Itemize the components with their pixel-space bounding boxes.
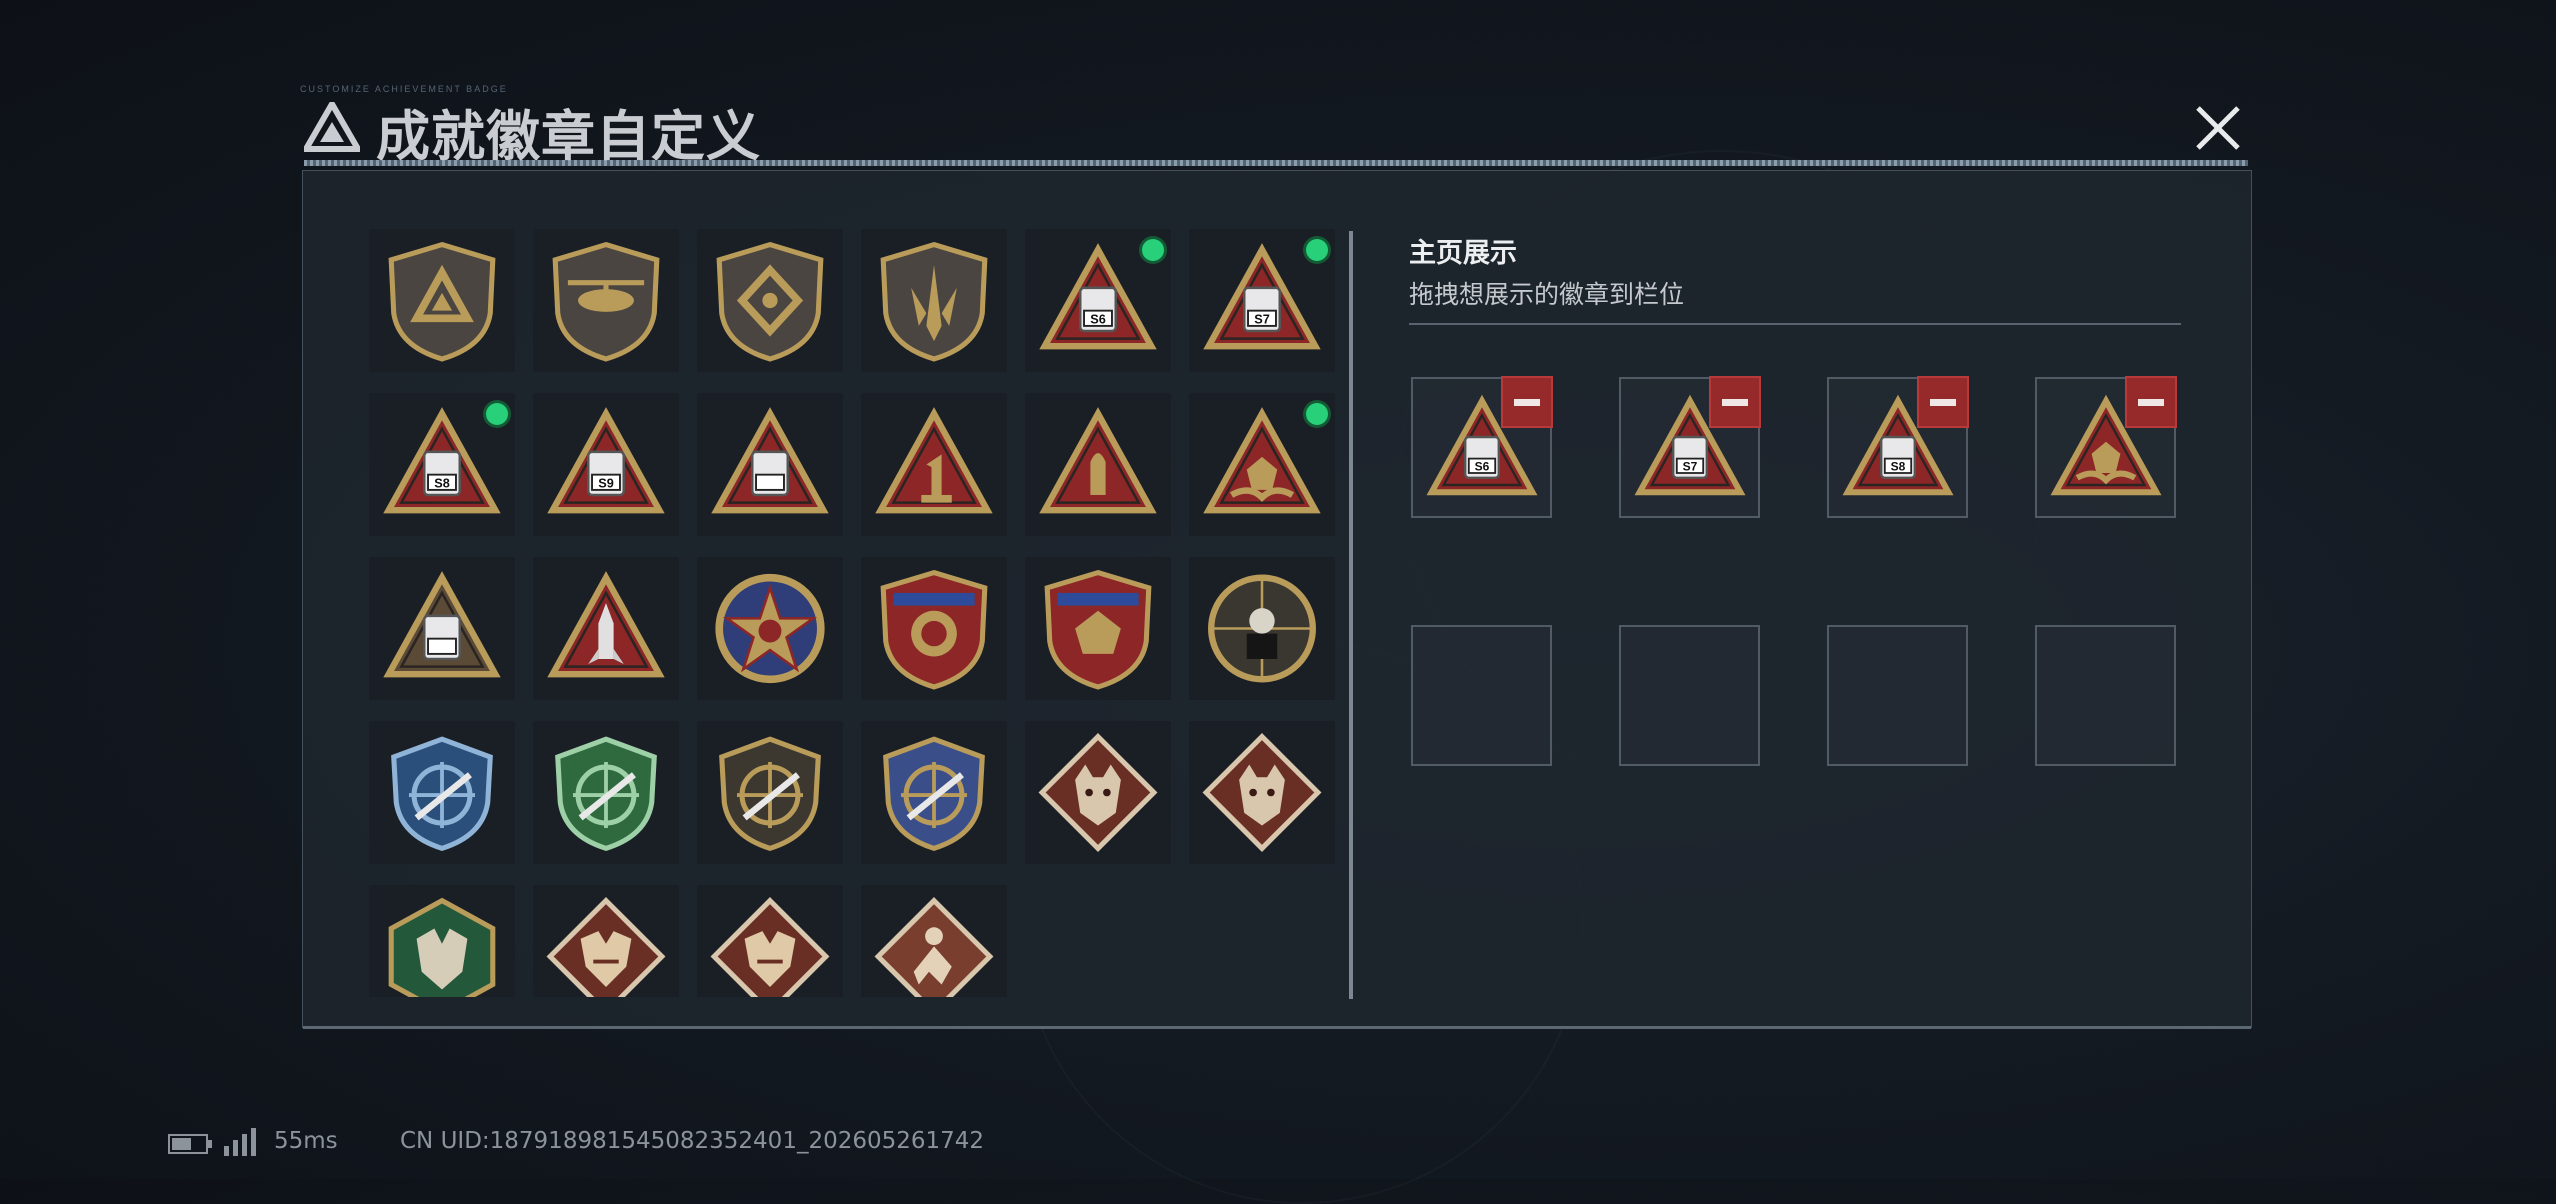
diamond-hunter-icon bbox=[874, 897, 994, 997]
badge-cell[interactable] bbox=[1189, 557, 1335, 700]
battery-level bbox=[172, 1138, 192, 1150]
badge-cell[interactable] bbox=[1189, 721, 1335, 864]
ping-value: 55ms bbox=[274, 1128, 338, 1154]
equipped-indicator bbox=[1142, 239, 1164, 261]
showcase-slot-empty[interactable] bbox=[1827, 625, 1968, 766]
equipped-indicator bbox=[1306, 403, 1328, 425]
showcase-slot-filled[interactable]: S7 bbox=[1619, 376, 1761, 518]
shield-diamond-emblem-icon bbox=[716, 241, 824, 362]
badge-cell[interactable] bbox=[369, 885, 515, 997]
badge-cell[interactable] bbox=[697, 393, 843, 536]
badge-cell[interactable]: S6 bbox=[1025, 229, 1171, 372]
badge-cell[interactable] bbox=[369, 229, 515, 372]
shield-dagger-icon bbox=[880, 241, 988, 362]
diamond-wolf-icon bbox=[1038, 733, 1158, 852]
triangle-ship-icon bbox=[711, 407, 829, 514]
badge-cell[interactable] bbox=[1025, 557, 1171, 700]
triangle-soldiers-icon bbox=[383, 571, 501, 678]
round-soldier-target-icon bbox=[1208, 574, 1316, 683]
signal-icon bbox=[224, 1128, 256, 1156]
badge-cell[interactable] bbox=[533, 229, 679, 372]
triangle-s9-season-icon: S9 bbox=[547, 407, 665, 514]
showcase-title: 主页展示 bbox=[1409, 238, 1517, 269]
battery-icon bbox=[168, 1134, 212, 1154]
badge-cell[interactable] bbox=[533, 885, 679, 997]
badge-cell[interactable] bbox=[861, 393, 1007, 536]
badge-label: S8 bbox=[434, 476, 450, 490]
remove-badge-button[interactable] bbox=[1501, 376, 1553, 428]
green-crosshair-rifle-icon bbox=[555, 736, 657, 852]
window-header: CUSTOMIZE ACHIEVEMENT BADGE 成就徽章自定义 bbox=[300, 84, 2250, 168]
badge-label: S6 bbox=[1090, 312, 1106, 326]
badge-cell[interactable] bbox=[533, 721, 679, 864]
badge-cell[interactable] bbox=[369, 721, 515, 864]
badge-cell[interactable] bbox=[369, 557, 515, 700]
badge-cell[interactable]: S9 bbox=[533, 393, 679, 536]
triangle-number-one-icon bbox=[875, 407, 993, 514]
showcase-slot-empty[interactable] bbox=[1619, 625, 1760, 766]
badge-cell[interactable] bbox=[697, 721, 843, 864]
shield-helicopter-icon bbox=[552, 241, 660, 362]
user-uid: CN UID:18791898154508235240​1_2026052617… bbox=[400, 1128, 985, 1154]
badge-cell[interactable] bbox=[861, 721, 1007, 864]
badge-cell[interactable] bbox=[533, 557, 679, 700]
round-star-skull-icon bbox=[715, 573, 825, 684]
shield-winged-emblem-icon bbox=[880, 569, 988, 690]
diamond-dragon-icon bbox=[546, 897, 666, 997]
equipped-indicator bbox=[486, 403, 508, 425]
badge-cell[interactable] bbox=[697, 557, 843, 700]
badge-cell[interactable] bbox=[861, 885, 1007, 997]
showcase-slot-filled[interactable]: S8 bbox=[1827, 376, 1969, 518]
badge-label: S7 bbox=[1254, 312, 1270, 326]
badge-panel: S6 S7 S8 S9 主页展示 拖拽想展示的徽章到栏位 S6 S7 S8 bbox=[302, 170, 2252, 1029]
showcase-slot-empty[interactable] bbox=[1411, 625, 1552, 766]
badge-cell[interactable] bbox=[697, 229, 843, 372]
shield-triangle-emblem-icon bbox=[388, 241, 496, 362]
triangle-rocket-icon bbox=[547, 571, 665, 678]
badge-label: S7 bbox=[1683, 460, 1698, 474]
badge-cell[interactable] bbox=[861, 229, 1007, 372]
bronze-crosshair-rifle-icon bbox=[719, 736, 821, 852]
showcase-slot-empty[interactable] bbox=[2035, 625, 2176, 766]
diamond-dragon-alt-icon bbox=[710, 897, 830, 997]
remove-badge-button[interactable] bbox=[1709, 376, 1761, 428]
blue-crosshair-rifle-icon bbox=[391, 736, 493, 852]
shield-dice-icon bbox=[1044, 569, 1152, 690]
hexagon-dragon-green-icon bbox=[388, 897, 496, 997]
badge-cell[interactable] bbox=[697, 885, 843, 997]
badge-label: S8 bbox=[1891, 460, 1906, 474]
badge-label: S6 bbox=[1475, 460, 1490, 474]
gold-crosshair-rifle-icon bbox=[883, 736, 985, 852]
showcase-divider bbox=[1409, 323, 2181, 325]
badge-cell[interactable]: S7 bbox=[1189, 229, 1335, 372]
close-icon[interactable] bbox=[2190, 100, 2246, 156]
showcase-slot-filled[interactable]: S6 bbox=[1411, 376, 1553, 518]
grid-scrollbar[interactable] bbox=[1349, 231, 1353, 999]
showcase-slot-filled[interactable] bbox=[2035, 376, 2177, 518]
remove-badge-button[interactable] bbox=[1917, 376, 1969, 428]
badge-cell[interactable] bbox=[861, 557, 1007, 700]
diamond-wolf-red-icon bbox=[1202, 733, 1322, 852]
badge-cell[interactable] bbox=[1025, 721, 1171, 864]
badge-grid[interactable]: S6 S7 S8 S9 bbox=[369, 229, 1337, 997]
badge-cell[interactable] bbox=[1025, 393, 1171, 536]
badge-label: S9 bbox=[598, 476, 614, 490]
remove-badge-button[interactable] bbox=[2125, 376, 2177, 428]
badge-cell[interactable]: S8 bbox=[369, 393, 515, 536]
game-logo-icon bbox=[304, 102, 360, 152]
showcase-subtitle: 拖拽想展示的徽章到栏位 bbox=[1409, 280, 1685, 309]
badge-cell[interactable] bbox=[1189, 393, 1335, 536]
equipped-indicator bbox=[1306, 239, 1328, 261]
header-divider bbox=[304, 160, 2248, 166]
triangle-bullet-icon bbox=[1039, 407, 1157, 514]
